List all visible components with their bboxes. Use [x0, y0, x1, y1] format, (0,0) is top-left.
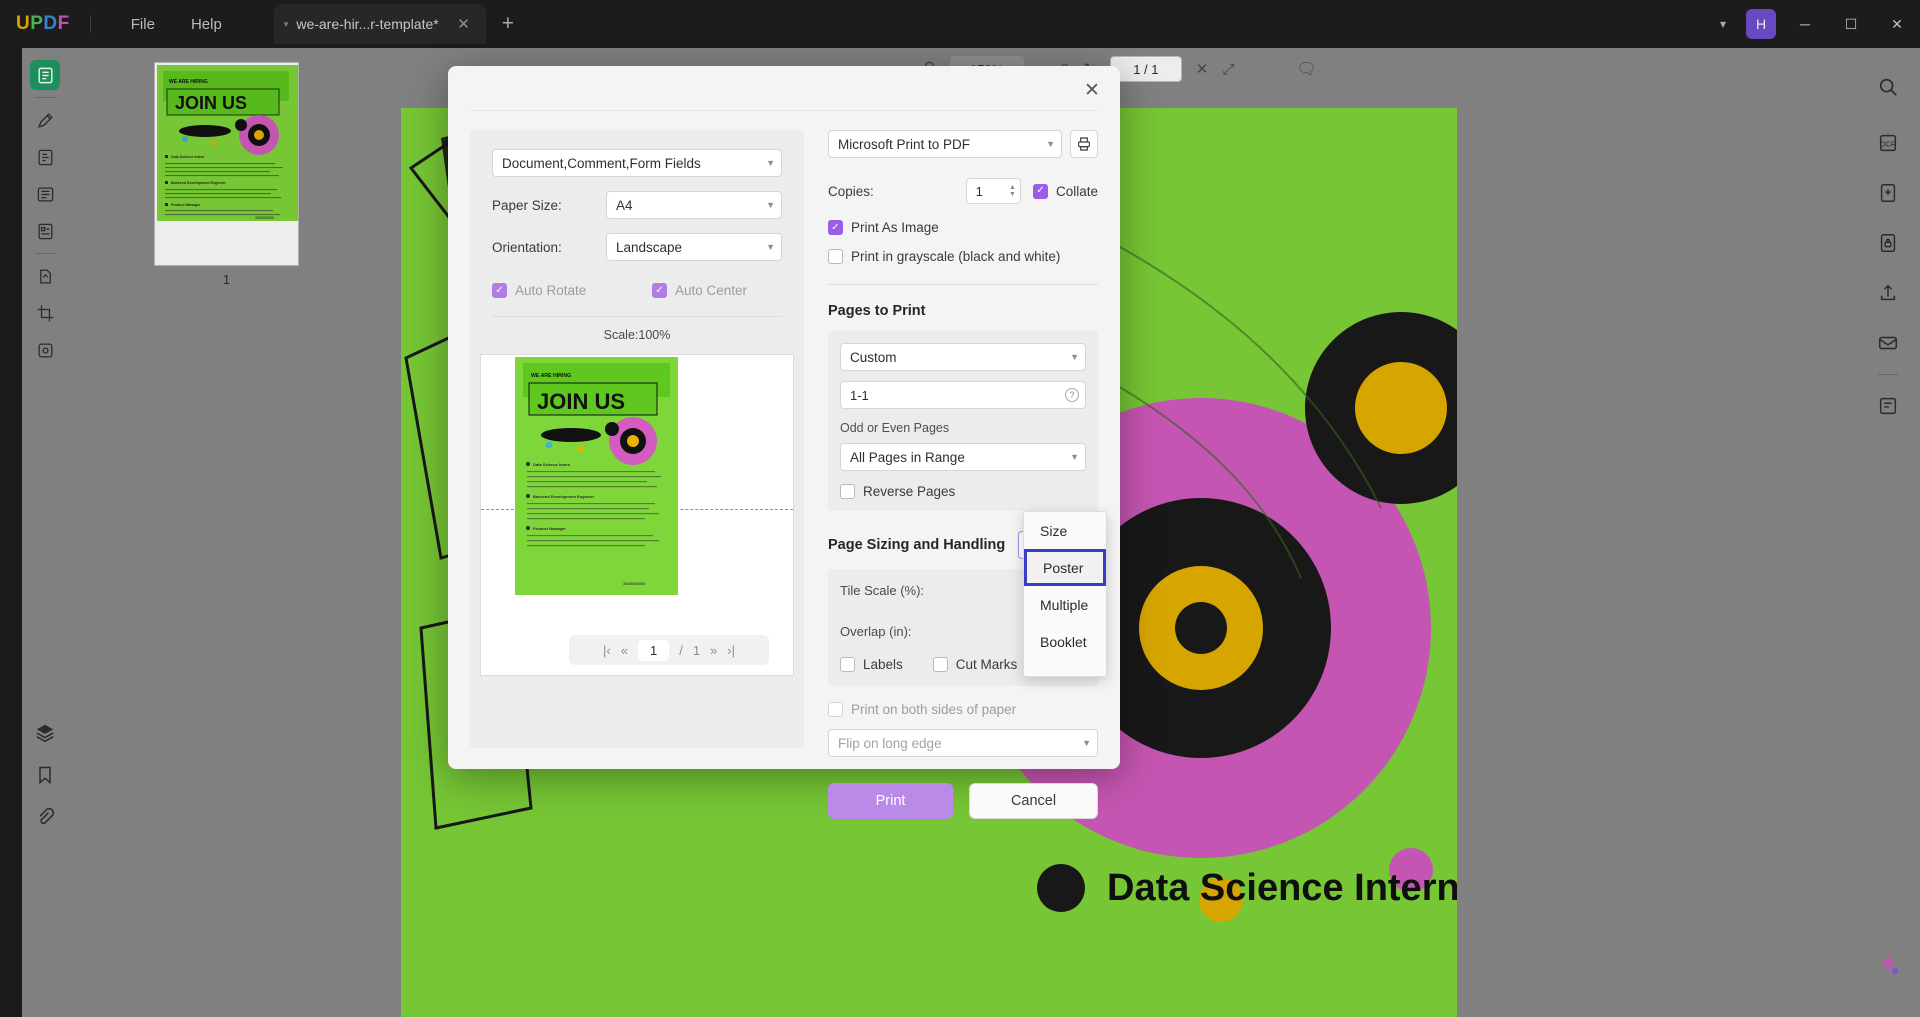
grayscale-label: Print in grayscale (black and white)	[851, 249, 1061, 264]
auto-rotate-checkbox[interactable]: ✓	[492, 283, 507, 298]
reverse-pages-checkbox[interactable]	[840, 484, 855, 499]
svg-text:Backend Development Engineer: Backend Development Engineer	[533, 494, 595, 499]
both-sides-row: Print on both sides of paper	[828, 702, 1098, 717]
odd-even-value: All Pages in Range	[850, 449, 965, 465]
next-page-button[interactable]: »	[710, 643, 717, 658]
chevron-down-icon: ▼	[766, 200, 775, 210]
settings-divider	[828, 284, 1098, 285]
pages-mode-select[interactable]: Custom ▼	[840, 343, 1086, 371]
labels-label: Labels	[863, 657, 903, 672]
svg-text:JOIN US: JOIN US	[537, 389, 625, 414]
paper-size-value: A4	[616, 197, 633, 213]
flip-select[interactable]: Flip on long edge ▼	[828, 729, 1098, 757]
page-sizing-dropdown: Size Poster Multiple Booklet	[1023, 511, 1107, 677]
updf-application-window: ⚲ 170% − ▯ ↻ 1 / 1 ✕ ⤢ 🗨	[0, 0, 1920, 1017]
labels-checkbox[interactable]	[840, 657, 855, 672]
auto-center-label: Auto Center	[675, 283, 748, 298]
page-separator: /	[679, 642, 683, 658]
page-sizing-title: Page Sizing and Handling	[828, 537, 1006, 553]
odd-even-select[interactable]: All Pages in Range ▼	[840, 443, 1086, 471]
dropdown-option-poster[interactable]: Poster	[1024, 549, 1106, 586]
pages-to-print-box: Custom ▼ 1-1 ? Odd or Even Pages All Pag…	[828, 331, 1098, 511]
cut-marks-checkbox[interactable]	[932, 657, 948, 672]
pages-to-print-title: Pages to Print	[828, 303, 926, 319]
orientation-value: Landscape	[616, 239, 683, 255]
printer-select[interactable]: Microsoft Print to PDF ▼	[828, 130, 1062, 158]
orientation-row: Orientation: Landscape ▼	[492, 233, 782, 261]
help-icon[interactable]: ?	[1065, 388, 1079, 402]
copies-value: 1	[975, 183, 983, 199]
print-dialog: ✕ Document,Comment,Form Fields ▼ Paper S…	[448, 66, 1120, 819]
both-sides-label: Print on both sides of paper	[851, 702, 1017, 717]
cancel-button[interactable]: Cancel	[969, 783, 1098, 819]
cut-marks-label: Cut Marks	[955, 657, 1018, 672]
chevron-down-icon: ▼	[1082, 738, 1091, 748]
copies-row: Copies: 1 ▲ ▼ ✓ Collate	[828, 178, 1098, 204]
scale-text: Scale:100%	[603, 328, 671, 342]
chevron-down-icon: ▼	[1070, 452, 1079, 462]
paper-size-row: Paper Size: A4 ▼	[492, 191, 782, 219]
pages-mode-value: Custom	[850, 349, 897, 365]
spinner-arrows[interactable]: ▲ ▼	[1009, 184, 1016, 198]
orientation-label: Orientation:	[492, 239, 562, 255]
dropdown-option-booklet[interactable]: Booklet	[1024, 623, 1106, 660]
overlap-label: Overlap (in):	[840, 624, 912, 639]
dropdown-option-size[interactable]: Size	[1024, 512, 1106, 549]
chevron-down-icon: ▼	[766, 158, 775, 168]
collate-checkbox[interactable]: ✓	[1032, 183, 1048, 199]
collate-label: Collate	[1055, 183, 1098, 199]
odd-even-label: Odd or Even Pages	[840, 421, 950, 435]
prev-page-button[interactable]: «	[621, 643, 628, 658]
orientation-select[interactable]: Landscape ▼	[606, 233, 782, 261]
print-as-image-row: ✓ Print As Image	[828, 220, 1098, 235]
dropdown-option-multiple[interactable]: Multiple	[1024, 586, 1106, 623]
page-range-input[interactable]: 1-1 ?	[840, 381, 1086, 409]
print-settings-column: Microsoft Print to PDF ▼ Copies: 1 ▲ ▼ ✓ …	[828, 130, 1098, 819]
svg-text:3000000000: 3000000000	[623, 581, 646, 586]
page-range-value: 1-1	[850, 387, 869, 403]
paper-size-select[interactable]: A4 ▼	[606, 191, 782, 219]
reverse-pages-row: Reverse Pages	[840, 484, 1086, 499]
preview-page: WE ARE HIRING JOIN US Data Science Inter…	[515, 357, 678, 595]
both-sides-checkbox[interactable]	[828, 702, 843, 717]
reverse-pages-label: Reverse Pages	[863, 484, 956, 499]
content-select[interactable]: Document,Comment,Form Fields ▼	[492, 149, 782, 177]
copies-stepper[interactable]: 1 ▲ ▼	[965, 178, 1021, 204]
paper-size-label: Paper Size:	[492, 197, 562, 213]
auto-options-row: ✓ Auto Rotate ✓ Auto Center	[492, 283, 782, 298]
first-page-button[interactable]: |‹	[603, 643, 611, 658]
total-pages: 1	[692, 642, 701, 658]
auto-rotate-label: Auto Rotate	[515, 283, 587, 298]
svg-text:Product Manager: Product Manager	[533, 526, 566, 531]
last-page-button[interactable]: ›|	[727, 643, 735, 658]
grayscale-checkbox[interactable]	[828, 249, 843, 264]
svg-text:Data Science Intern: Data Science Intern	[533, 462, 571, 467]
print-as-image-checkbox[interactable]: ✓	[828, 220, 843, 235]
print-button[interactable]: Print	[828, 783, 954, 819]
copies-label: Copies:	[828, 183, 874, 199]
svg-text:WE ARE HIRING: WE ARE HIRING	[531, 373, 571, 379]
close-icon[interactable]: ✕	[1078, 76, 1106, 104]
print-preview[interactable]: WE ARE HIRING JOIN US Data Science Inter…	[480, 354, 794, 676]
printer-row: Microsoft Print to PDF ▼	[828, 130, 1098, 158]
grayscale-row: Print in grayscale (black and white)	[828, 249, 1098, 264]
dialog-buttons: Print Cancel	[828, 783, 1098, 819]
chevron-down-icon: ▼	[1070, 352, 1079, 362]
auto-center-checkbox[interactable]: ✓	[652, 283, 667, 298]
printer-icon[interactable]	[1070, 130, 1098, 158]
print-as-image-label: Print As Image	[851, 220, 939, 235]
content-select-value: Document,Comment,Form Fields	[502, 155, 701, 171]
left-divider	[492, 316, 782, 317]
preview-page-nav: |‹ « 1 / 1 » ›|	[569, 635, 769, 665]
printer-value: Microsoft Print to PDF	[838, 136, 971, 152]
current-page-input[interactable]: 1	[637, 639, 670, 661]
flip-value: Flip on long edge	[838, 735, 942, 751]
chevron-down-icon: ▼	[766, 242, 775, 252]
chevron-down-icon: ▼	[1046, 139, 1055, 149]
tile-scale-label: Tile Scale (%):	[840, 583, 925, 598]
print-preview-column: Document,Comment,Form Fields ▼ Paper Siz…	[470, 130, 804, 748]
dialog-divider	[470, 110, 1098, 111]
